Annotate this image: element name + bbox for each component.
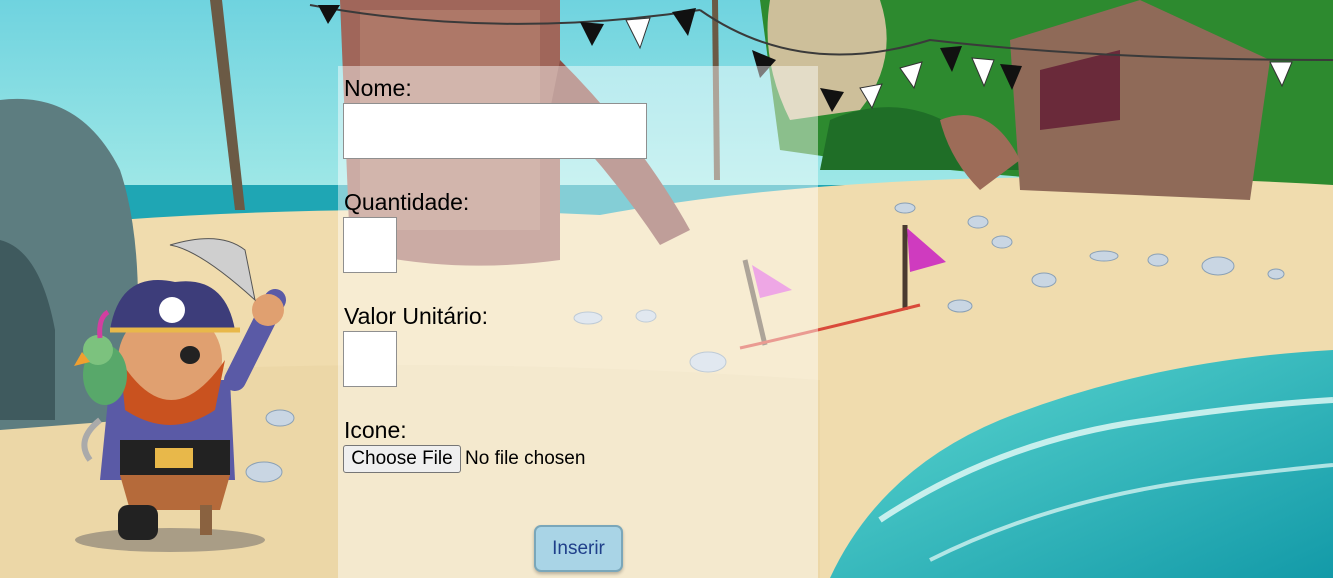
nome-input[interactable] [343,103,647,159]
valor-unitario-input[interactable] [343,331,397,387]
choose-file-button[interactable]: Choose File [343,445,461,473]
inserir-button[interactable]: Inserir [534,525,623,572]
quantidade-input[interactable] [343,217,397,273]
valor-unitario-label: Valor Unitário: [344,303,489,329]
icone-label: Icone: [344,417,407,443]
nome-label: Nome: [344,75,412,101]
quantidade-label: Quantidade: [344,189,470,215]
file-status-text: No file chosen [465,448,586,469]
